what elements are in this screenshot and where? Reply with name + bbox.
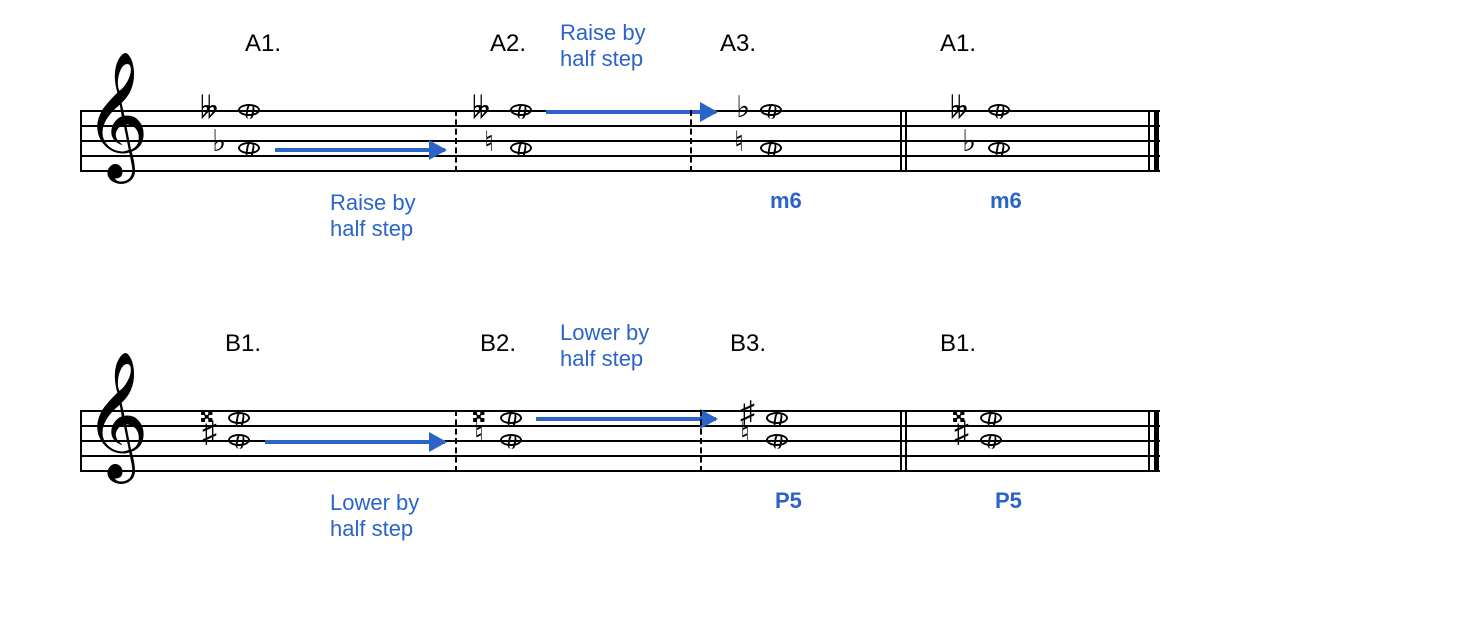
whole-note: [510, 142, 532, 154]
whole-note: [988, 104, 1010, 116]
barline-dashed: [700, 410, 704, 472]
measure-label-b1: B1.: [225, 330, 261, 358]
raise-label-top: Raise by half step: [560, 20, 646, 72]
natural-icon: ♮: [484, 129, 494, 157]
treble-clef-icon: 𝄞: [84, 360, 149, 470]
measure-label-a1b: A1.: [940, 30, 976, 58]
raise-label-bottom: Raise by half step: [330, 190, 416, 242]
measure-label-b1b: B1.: [940, 330, 976, 358]
whole-note: [228, 412, 250, 424]
treble-clef-icon: 𝄞: [84, 60, 149, 170]
measure-label-b2: B2.: [480, 330, 516, 358]
natural-icon: ♮: [740, 420, 750, 448]
whole-note: [766, 412, 788, 424]
double-flat-icon: 𝄫: [200, 94, 218, 124]
whole-note: [510, 104, 532, 116]
arrow-icon: [536, 417, 716, 421]
row-b: B1. B2. B3. B1. Lower by half step Lower…: [40, 320, 1444, 580]
whole-note: [760, 104, 782, 116]
sharp-icon: ♯: [954, 418, 969, 448]
whole-note: [766, 434, 788, 446]
barline-dashed: [455, 110, 459, 172]
whole-note: [980, 434, 1002, 446]
whole-note: [228, 434, 250, 446]
double-flat-icon: 𝄫: [950, 94, 968, 124]
whole-note: [238, 142, 260, 154]
whole-note: [238, 104, 260, 116]
double-flat-icon: 𝄫: [472, 94, 490, 124]
whole-note: [500, 434, 522, 446]
double-barline: [900, 110, 902, 172]
row-a: A1. A2. A3. A1. Raise by half step Raise…: [40, 20, 1444, 280]
flat-icon: ♭: [736, 93, 750, 123]
final-barline: [1148, 410, 1150, 472]
measure-label-a3: A3.: [720, 30, 756, 58]
staff-a: 𝄞 𝄫 ♭ 𝄫 ♮ ♭ ♮ 𝄫 ♭: [80, 110, 1160, 170]
interval-b3: P5: [775, 488, 802, 514]
staff-b: 𝄞 𝄪 ♯ 𝄪 ♮ ♯ ♮ 𝄪 ♯: [80, 410, 1160, 470]
final-barline: [1148, 110, 1150, 172]
flat-icon: ♭: [962, 127, 976, 157]
sharp-icon: ♯: [202, 418, 217, 448]
final-barline: [1154, 110, 1159, 172]
whole-note: [988, 142, 1010, 154]
barline-dashed: [690, 110, 694, 172]
flat-icon: ♭: [212, 127, 226, 157]
barline: [80, 110, 82, 172]
interval-a3: m6: [770, 188, 802, 214]
lower-label-bottom: Lower by half step: [330, 490, 419, 542]
measure-label-a1: A1.: [245, 30, 281, 58]
natural-icon: ♮: [734, 129, 744, 157]
whole-note: [760, 142, 782, 154]
arrow-icon: [265, 440, 445, 444]
final-barline: [1154, 410, 1159, 472]
whole-note: [500, 412, 522, 424]
natural-icon: ♮: [474, 420, 484, 448]
barline: [80, 410, 82, 472]
measure-label-b3: B3.: [730, 330, 766, 358]
whole-note: [980, 412, 1002, 424]
measure-label-a2: A2.: [490, 30, 526, 58]
barline-dashed: [455, 410, 459, 472]
double-barline: [900, 410, 902, 472]
interval-a4: m6: [990, 188, 1022, 214]
lower-label-top: Lower by half step: [560, 320, 649, 372]
interval-b4: P5: [995, 488, 1022, 514]
arrow-icon: [275, 148, 445, 152]
